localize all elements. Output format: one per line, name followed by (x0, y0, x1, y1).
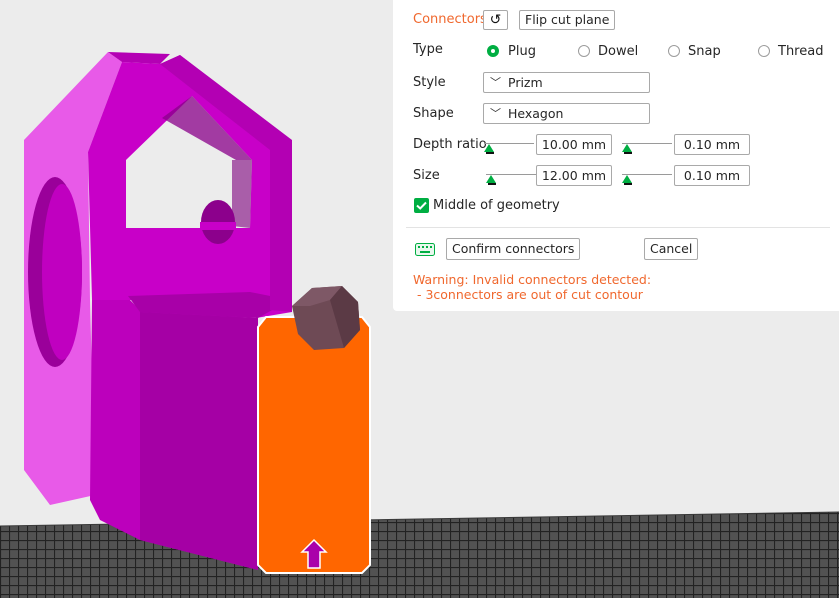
depth-tolerance-slider[interactable] (622, 139, 672, 154)
size-tolerance-input[interactable]: 0.10 mm (674, 165, 750, 186)
type-thread-label[interactable]: Thread (778, 44, 823, 59)
type-dowel-radio[interactable] (578, 45, 590, 57)
size-input[interactable]: 12.00 mm (536, 165, 612, 186)
depth-ratio-label: Depth ratio (413, 137, 487, 152)
panel-title: Connectors (413, 12, 487, 27)
type-snap-radio[interactable] (668, 45, 680, 57)
depth-ratio-input[interactable]: 10.00 mm (536, 134, 612, 155)
style-label: Style (413, 75, 446, 90)
style-select[interactable]: ﹀ Prizm (483, 72, 650, 93)
size-tolerance-slider[interactable] (622, 170, 672, 185)
depth-tolerance-value: 0.10 (683, 137, 712, 152)
size-tolerance-value: 0.10 (683, 168, 712, 183)
size-tolerance-unit: mm (715, 168, 741, 183)
cancel-button[interactable]: Cancel (644, 238, 699, 260)
middle-of-geometry-label[interactable]: Middle of geometry (433, 198, 560, 213)
type-snap-label[interactable]: Snap (688, 44, 721, 59)
depth-ratio-value: 10.00 (541, 137, 578, 152)
chevron-down-icon: ﹀ (490, 107, 501, 120)
check-icon (416, 201, 427, 210)
warning-text: Warning: Invalid connectors detected: (413, 272, 652, 287)
depth-tolerance-input[interactable]: 0.10 mm (674, 134, 750, 155)
divider (406, 227, 830, 228)
depth-ratio-unit: mm (581, 137, 607, 152)
type-thread-radio[interactable] (758, 45, 770, 57)
keyboard-icon[interactable] (415, 243, 435, 260)
type-plug-radio[interactable] (487, 45, 499, 57)
flip-direction-button[interactable]: ↺ (483, 10, 508, 30)
depth-tolerance-unit: mm (715, 137, 741, 152)
size-label: Size (413, 168, 440, 183)
style-value: Prizm (508, 75, 543, 90)
connectors-panel: Connectors ↺ Flip cut plane Type Plug Do… (393, 0, 839, 311)
type-dowel-label[interactable]: Dowel (598, 44, 638, 59)
shape-select[interactable]: ﹀ Hexagon (483, 103, 650, 124)
shape-label: Shape (413, 106, 454, 121)
middle-of-geometry-checkbox[interactable] (414, 198, 429, 213)
confirm-connectors-button[interactable]: Confirm connectors (446, 238, 581, 260)
size-value: 12.00 (541, 168, 578, 183)
depth-ratio-slider[interactable] (484, 139, 534, 154)
shape-value: Hexagon (508, 106, 564, 121)
type-plug-label[interactable]: Plug (508, 44, 536, 59)
size-unit: mm (581, 168, 607, 183)
rotate-ccw-icon: ↺ (489, 12, 502, 28)
warning-detail: - 3connectors are out of cut contour (413, 287, 643, 302)
size-slider[interactable] (486, 170, 536, 185)
chevron-down-icon: ﹀ (490, 76, 501, 89)
type-label: Type (413, 42, 443, 57)
flip-cut-plane-button[interactable]: Flip cut plane (519, 10, 616, 30)
cut-part-orange (257, 316, 371, 574)
